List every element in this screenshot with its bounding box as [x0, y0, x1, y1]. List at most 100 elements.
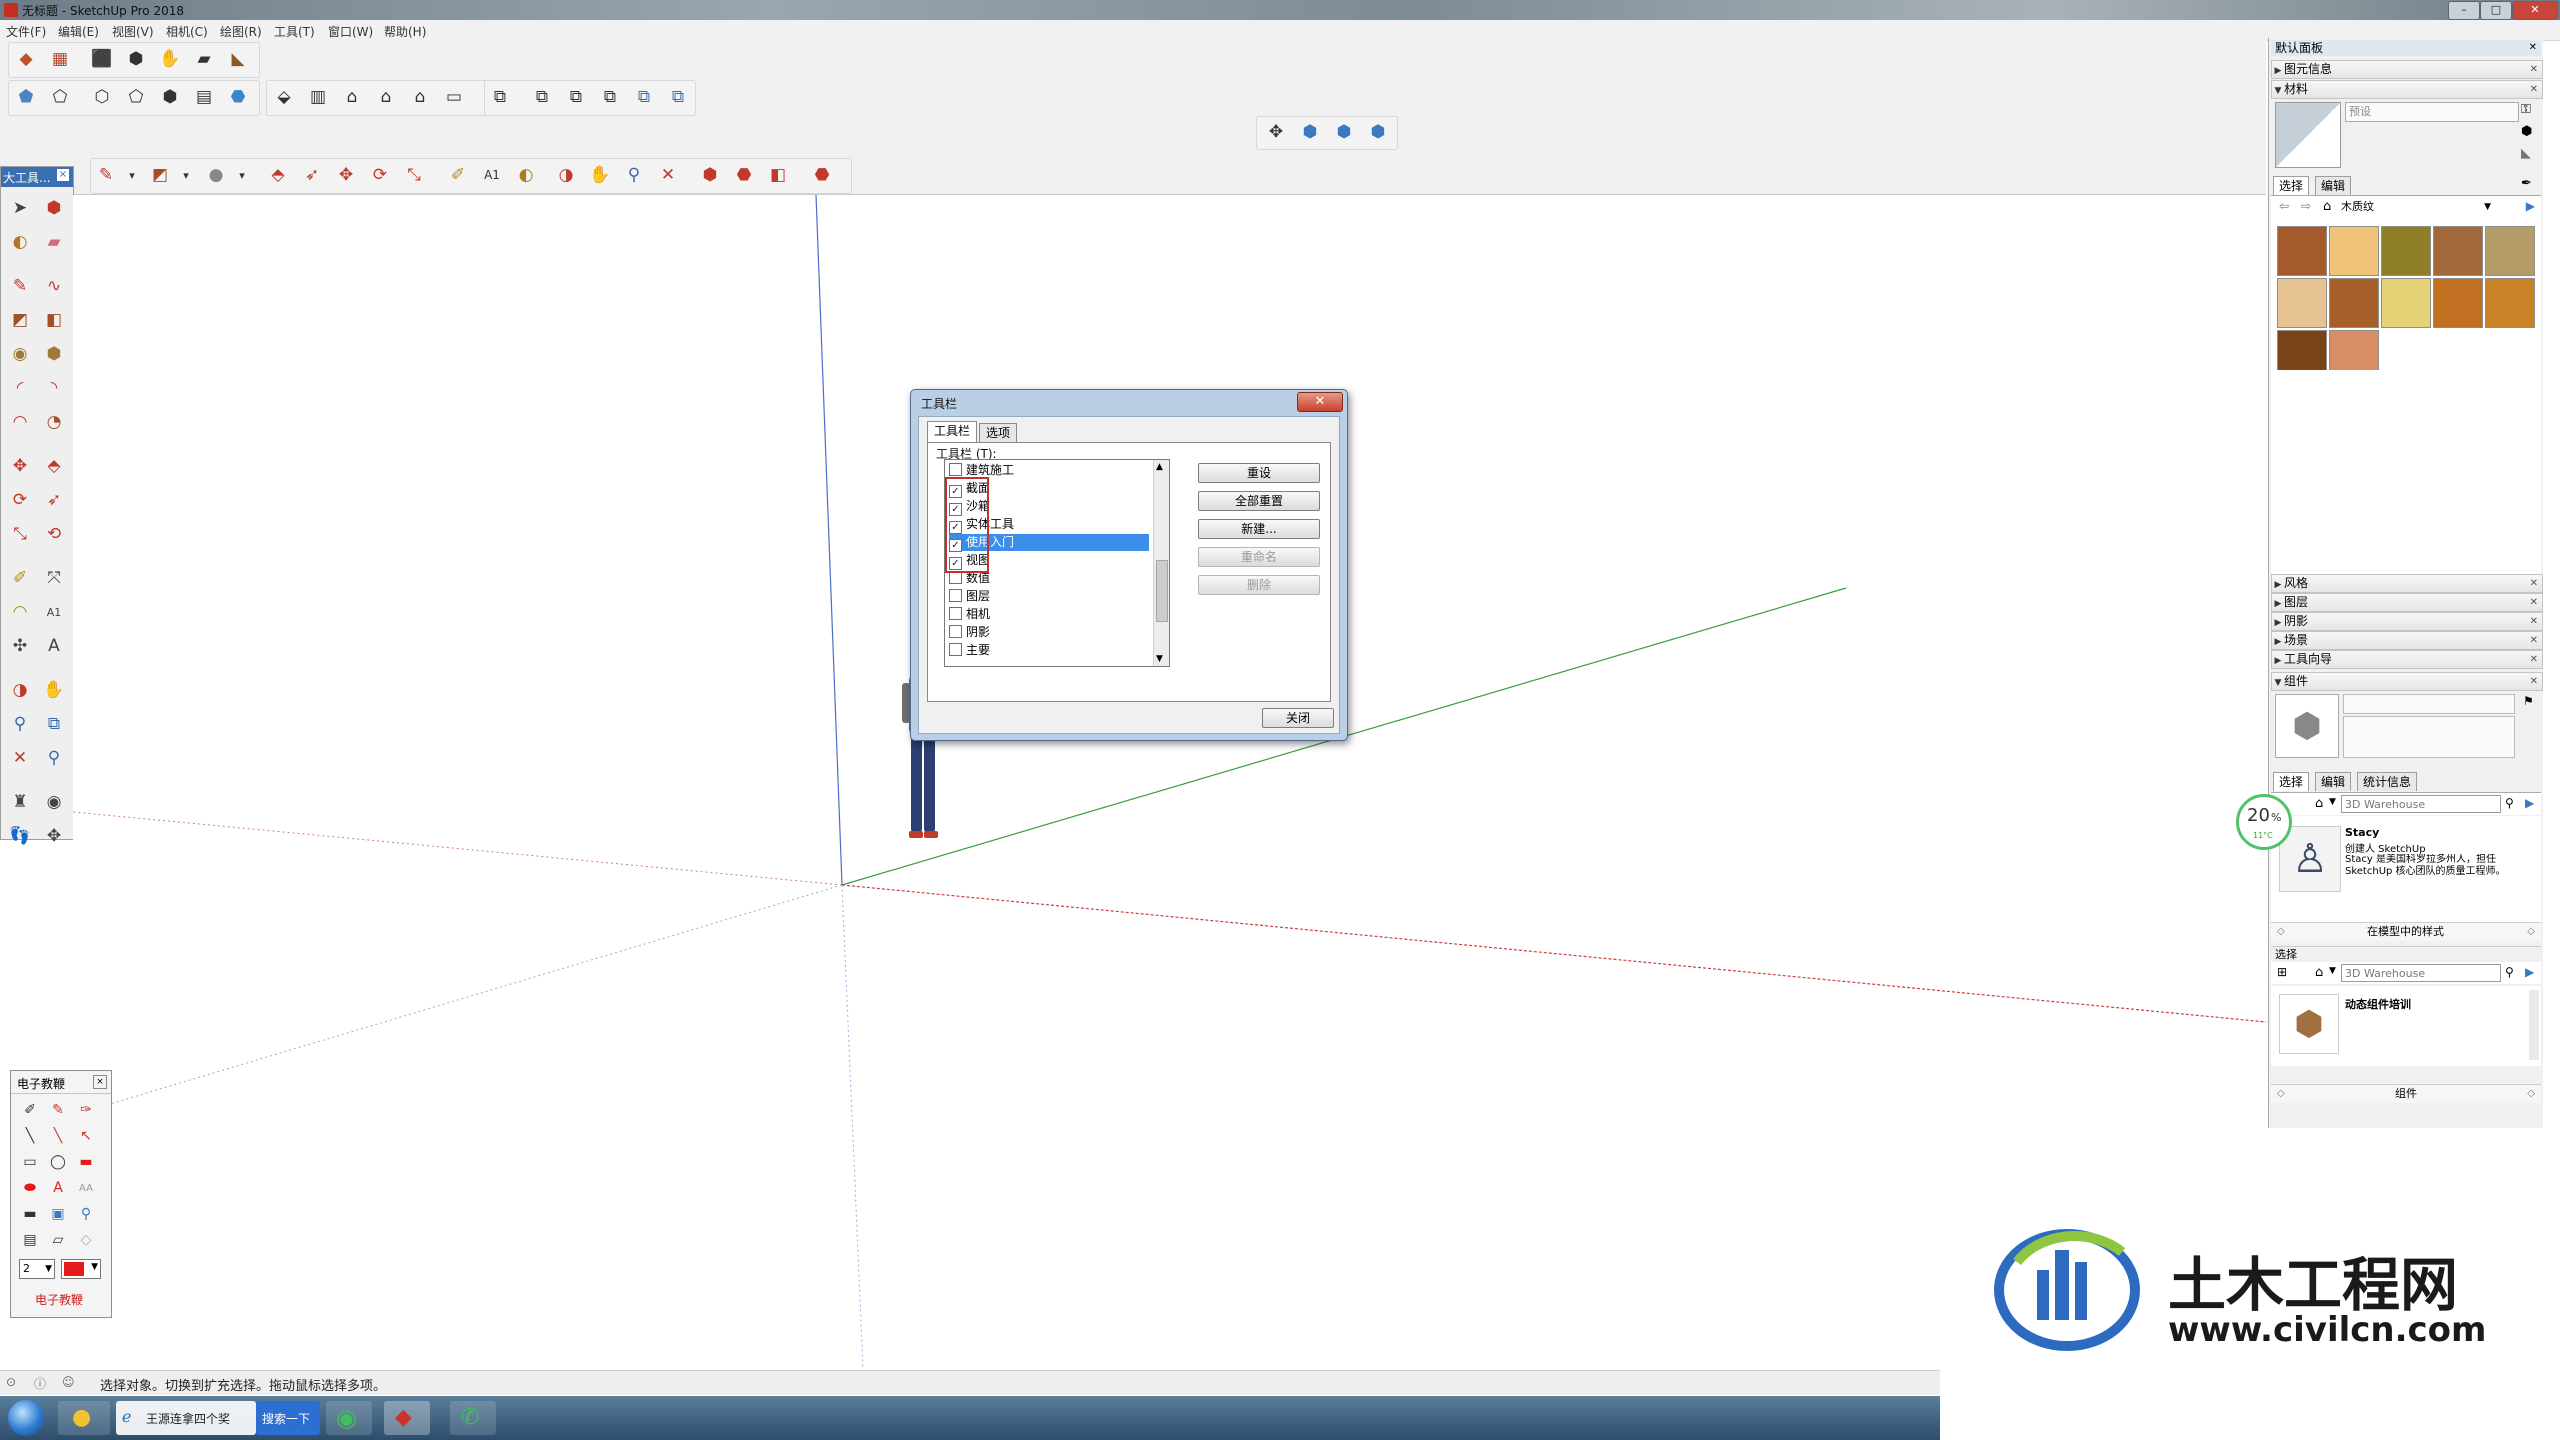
make-component-icon[interactable]: ⬢	[39, 193, 69, 223]
back-view-icon[interactable]: ⌂	[406, 83, 434, 111]
open-icon[interactable]: ▱	[47, 1229, 69, 1251]
menu-view[interactable]: 视图(V)	[112, 23, 154, 40]
solid-outer-shell-icon[interactable]: ⧉	[664, 83, 692, 111]
eraser-icon[interactable]: ▰	[39, 227, 69, 257]
close-icon[interactable]: ✕	[2529, 40, 2537, 56]
menu-draw[interactable]: 绘图(R)	[220, 23, 262, 40]
scale-icon[interactable]: ⤡	[400, 161, 428, 189]
section-entity-info[interactable]: ▶ 图元信息 ✕	[2271, 60, 2543, 79]
rename-button[interactable]: 重命名	[1198, 547, 1320, 567]
list-scrollbar[interactable]: ▲ ▼	[1153, 460, 1169, 666]
magnifier-icon[interactable]: ⚲	[75, 1203, 97, 1225]
details-arrow-icon[interactable]: ▶	[2525, 965, 2534, 979]
paint-bucket-icon[interactable]: ◐	[5, 227, 35, 257]
shaded-icon[interactable]: ⬢	[156, 83, 184, 111]
shaded-textures-icon[interactable]: ▤	[190, 83, 218, 111]
credits-icon[interactable]: ⓘ	[34, 1375, 46, 1392]
wireframe-icon[interactable]: ⬡	[88, 83, 116, 111]
rectangle-dropdown-icon[interactable]: ▾	[172, 161, 200, 189]
in-model-label[interactable]: 在模型中的样式	[2367, 923, 2444, 941]
menu-help[interactable]: 帮助(H)	[384, 23, 426, 40]
forward-arrow-icon[interactable]: ◇	[2527, 1085, 2535, 1103]
search-icon[interactable]: ⚲	[2505, 965, 2514, 979]
material-name-field[interactable]: 预设	[2345, 102, 2519, 122]
rect-filled-icon[interactable]: ▬	[75, 1151, 97, 1173]
chevron-down-icon[interactable]: ▼	[2329, 966, 2336, 976]
secondary-warehouse-search-input[interactable]: 3D Warehouse	[2341, 964, 2501, 982]
section-components[interactable]: ▼ 组件 ✕	[2271, 672, 2543, 691]
rotate-icon[interactable]: ⟳	[366, 161, 394, 189]
tab-options[interactable]: 选项	[979, 423, 1018, 442]
polygon-icon[interactable]: ⬢	[39, 339, 69, 369]
front-view-icon[interactable]: ⌂	[338, 83, 366, 111]
toolbar-list-item[interactable]: 主要	[949, 642, 1149, 659]
toolbar-list-item[interactable]: 相机	[949, 606, 1149, 623]
text-outline-icon[interactable]: AA	[75, 1177, 97, 1199]
circle-icon[interactable]: ●	[202, 161, 230, 189]
eyedropper-icon[interactable]: ✒	[2521, 176, 2532, 191]
display-secondary-icon[interactable]: ◣	[2521, 146, 2531, 161]
collection-dropdown[interactable]: 木质纹 ▼	[2341, 199, 2491, 215]
checkbox[interactable]	[949, 643, 962, 656]
component-options-icon[interactable]: ⚑	[2523, 694, 2534, 708]
back-arrow-icon[interactable]: ◇	[2277, 923, 2285, 941]
close-icon[interactable]: ✕	[2530, 613, 2538, 630]
geo-location-icon[interactable]: ⊙	[6, 1375, 16, 1389]
material-swatch[interactable]	[2381, 226, 2431, 276]
search-icon[interactable]: ⚲	[2505, 796, 2514, 810]
tape-measure-icon[interactable]: ✐	[444, 161, 472, 189]
start-button[interactable]	[8, 1400, 44, 1436]
tray-section[interactable]: ▶ 风格 ✕	[2271, 574, 2543, 593]
paint-bucket-icon[interactable]: ◆	[12, 45, 40, 73]
offset-icon[interactable]: ⟲	[39, 519, 69, 549]
material-swatch[interactable]	[2329, 226, 2379, 276]
close-icon[interactable]: ✕	[2530, 61, 2538, 78]
orbit-icon[interactable]: ◑	[5, 675, 35, 705]
extension-icon[interactable]: ⬣	[808, 161, 836, 189]
move-cross-icon[interactable]: ✥	[1262, 118, 1290, 146]
dialog-close-x-button[interactable]: ✕	[1297, 392, 1343, 412]
reset-all-button[interactable]: 全部重置	[1198, 491, 1320, 511]
layout-icon[interactable]: ◧	[764, 161, 792, 189]
color-select[interactable]: ▼	[61, 1259, 101, 1279]
result-scrollbar[interactable]	[2529, 990, 2539, 1060]
shape-icon[interactable]: ◣	[224, 45, 252, 73]
close-icon[interactable]: ✕	[2530, 594, 2538, 611]
material-swatch[interactable]	[2433, 226, 2483, 276]
size-select[interactable]: 2 ▼	[19, 1259, 55, 1279]
back-arrow-icon[interactable]: ◇	[2277, 1085, 2285, 1103]
percent-badge[interactable]: 20 % 11°C	[2236, 794, 2292, 850]
back-edges-icon[interactable]: ⬠	[46, 83, 74, 111]
pencil-icon[interactable]: ✎	[92, 161, 120, 189]
zoom-icon[interactable]: ⚲	[620, 161, 648, 189]
ellipse-filled-icon[interactable]: ⬬	[19, 1177, 41, 1199]
image-icon[interactable]: ▣	[47, 1203, 69, 1225]
paint-icon[interactable]: ◐	[512, 161, 540, 189]
tab-component-select[interactable]: 选择	[2273, 772, 2310, 791]
circle-dropdown-icon[interactable]: ▾	[228, 161, 256, 189]
push-pull-icon[interactable]: ⬘	[264, 161, 292, 189]
eraser-icon[interactable]: ✐	[19, 1099, 41, 1121]
toolbar-list-item[interactable]: 阴影	[949, 624, 1149, 641]
solid-union-icon[interactable]: ⧉	[528, 83, 556, 111]
close-window-button[interactable]: ✕	[2512, 1, 2558, 20]
view-options-icon[interactable]: ⊞	[2277, 965, 2287, 979]
save-icon[interactable]: ▤	[19, 1229, 41, 1251]
protractor-icon[interactable]: ◠	[5, 597, 35, 627]
clear-icon[interactable]: ◇	[75, 1229, 97, 1251]
reset-button[interactable]: 重设	[1198, 463, 1320, 483]
zoom-window-icon[interactable]: ⧉	[39, 709, 69, 739]
forward-arrow-icon[interactable]: ◇	[2527, 923, 2535, 941]
taskbar-sketchup[interactable]: ◆	[384, 1401, 430, 1435]
material-swatch[interactable]	[2277, 278, 2327, 328]
forward-arrow-icon[interactable]: ⇨	[2301, 199, 2311, 213]
follow-me-icon[interactable]: ➶	[39, 485, 69, 515]
tray-section[interactable]: ▶ 阴影 ✕	[2271, 612, 2543, 631]
checkbox[interactable]	[949, 463, 962, 476]
taskbar-app-green[interactable]: ◉	[326, 1401, 372, 1435]
orbit-icon[interactable]: ◑	[552, 161, 580, 189]
tab-material-select[interactable]: 选择	[2273, 176, 2310, 195]
delete-button[interactable]: 删除	[1198, 575, 1320, 595]
pie-icon[interactable]: ◔	[39, 407, 69, 437]
line-icon[interactable]: ╲	[19, 1125, 41, 1147]
